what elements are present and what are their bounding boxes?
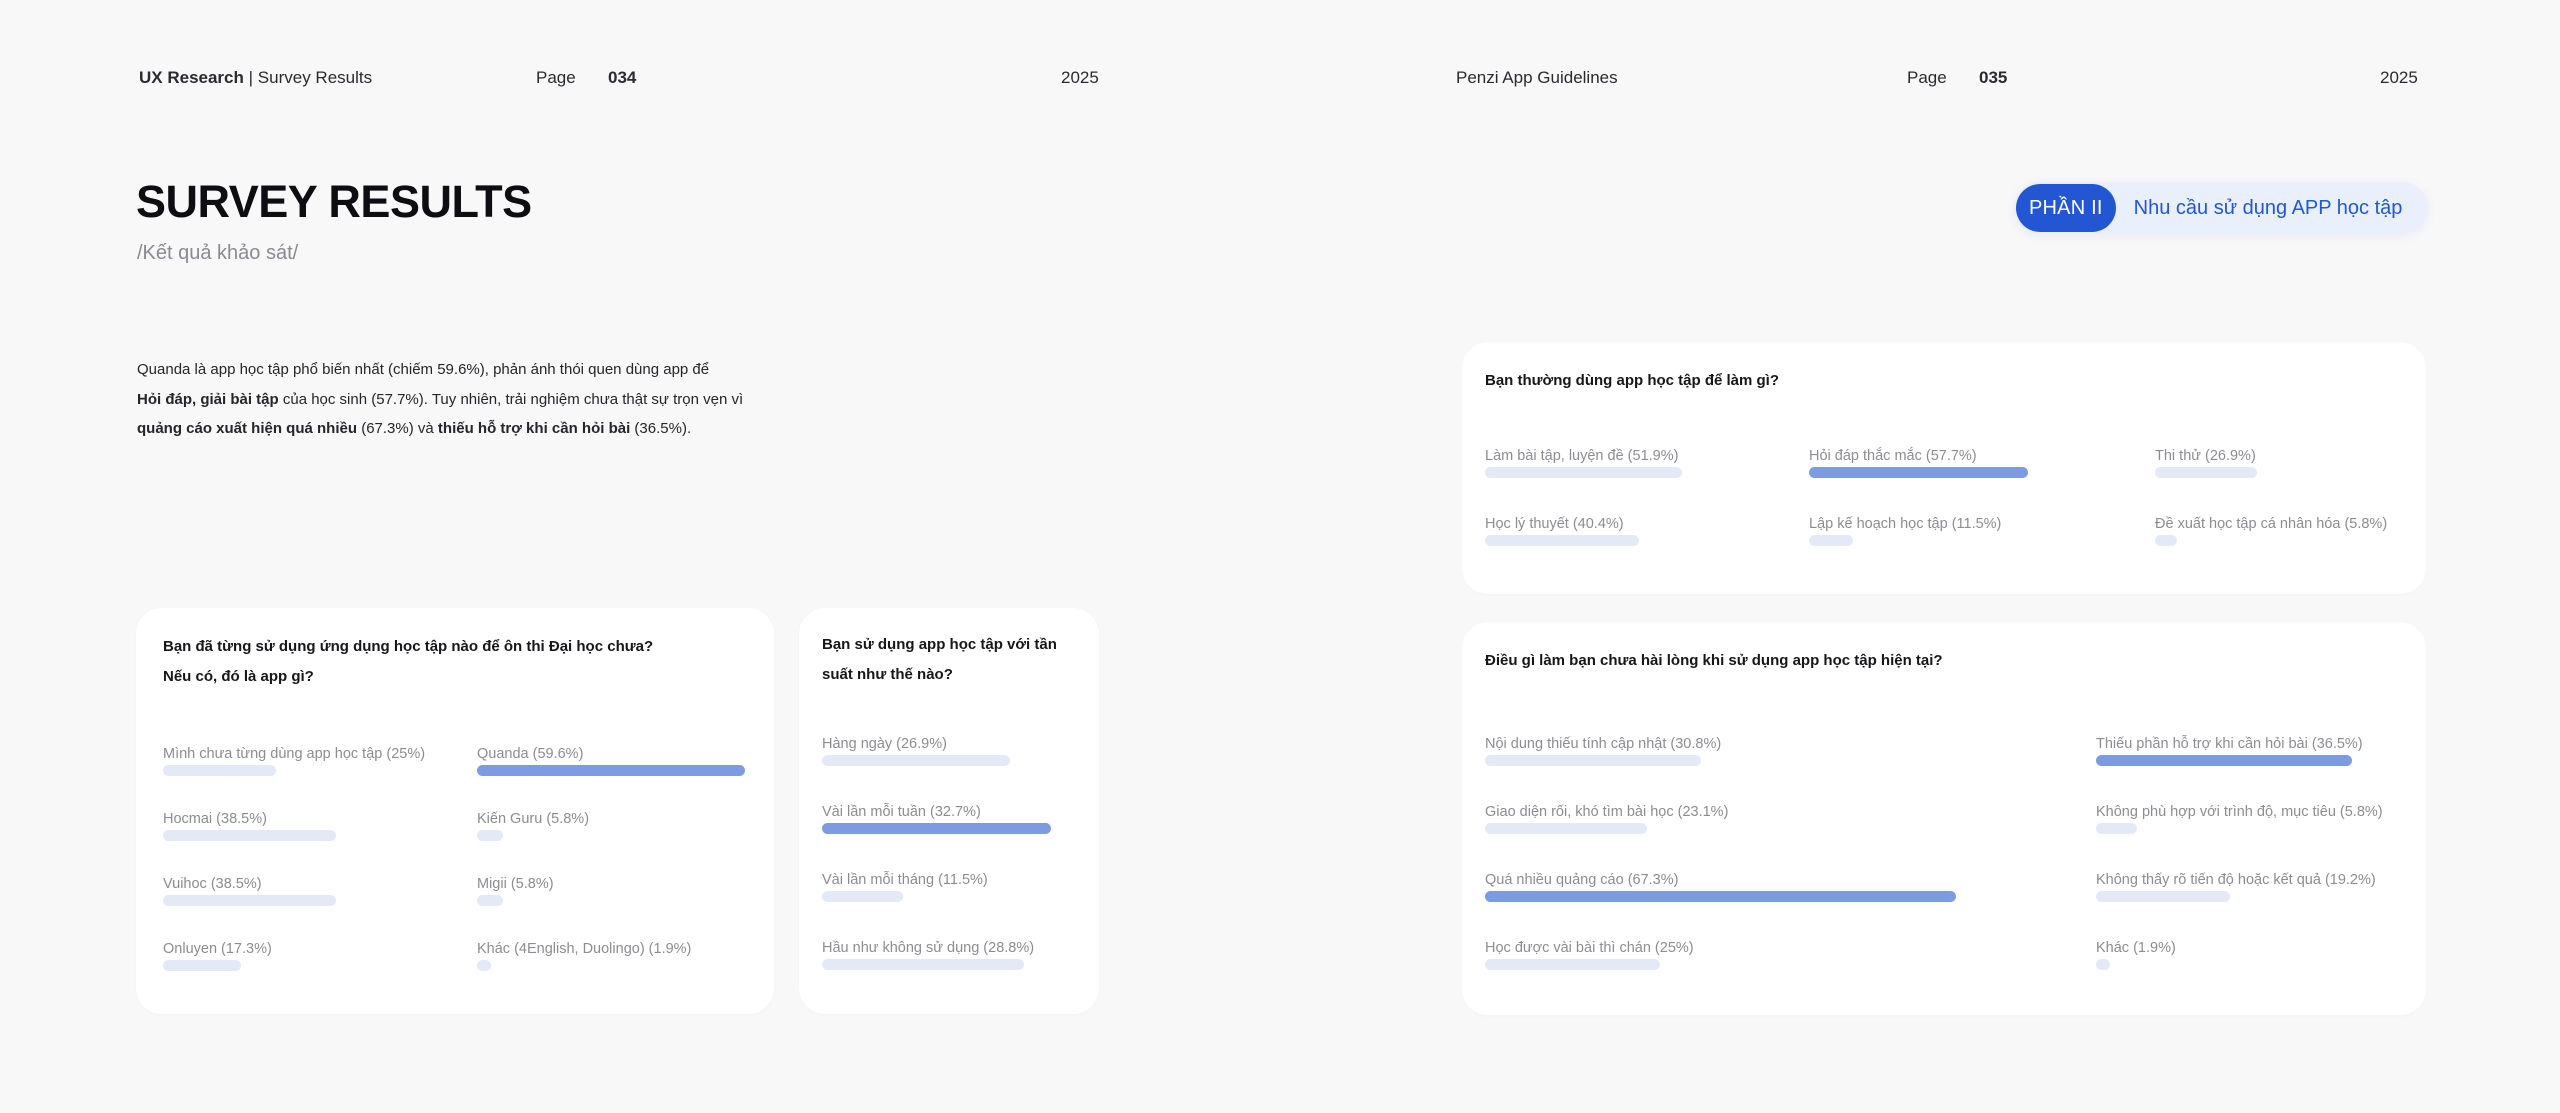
intro-bold-2: quảng cáo xuất hiện quá nhiều — [137, 420, 358, 437]
option-bar — [163, 765, 276, 776]
option-bar — [2096, 823, 2137, 834]
option-bar — [1485, 467, 1682, 478]
page-subtitle: /Kết quả khảo sát/ — [137, 242, 299, 264]
option-bar — [477, 765, 745, 776]
option-label: Thiếu phần hỗ trợ khi cần hỏi bài (36.5%… — [2096, 736, 2363, 752]
option-label: Học lý thuyết (40.4%) — [1485, 516, 1624, 532]
option-label: Mình chưa từng dùng app học tập (25%) — [163, 746, 426, 762]
page-label-left: Page — [536, 68, 576, 87]
option-bar — [163, 830, 336, 841]
option-label: Quá nhiều quảng cáo (67.3%) — [1485, 872, 1679, 888]
question-line-2: Nếu có, đó là app gì? — [163, 667, 314, 685]
header-right-title: Penzi App Guidelines — [1456, 68, 1618, 87]
option-label: Vuihoc (38.5%) — [163, 876, 262, 892]
option-label: Kiến Guru (5.8%) — [477, 811, 590, 827]
option-bar — [477, 830, 503, 841]
option-label: Giao diện rối, khó tìm bài học (23.1%) — [1485, 804, 1729, 820]
option-bar — [822, 959, 1024, 970]
page-label-right: Page — [1907, 68, 1947, 87]
option-label: Hỏi đáp thắc mắc (57.7%) — [1809, 448, 1977, 464]
brand-separator: | — [248, 68, 254, 87]
option-bar — [822, 891, 903, 902]
section-number-badge: PHẦN II — [2016, 184, 2116, 232]
option-bar — [163, 960, 241, 971]
intro-text-4: (36.5%). — [630, 420, 692, 437]
option-bar — [1485, 535, 1639, 546]
option-label: Hầu như không sử dụng (28.8%) — [822, 940, 1035, 956]
option-label: Làm bài tập, luyện đề (51.9%) — [1485, 448, 1679, 464]
card-question: Bạn thường dùng app học tập để làm gì? — [1485, 372, 1780, 389]
option-bar — [822, 823, 1051, 834]
option-label: Khác (4English, Duolingo) (1.9%) — [477, 941, 692, 957]
option-bar — [163, 895, 336, 906]
option-label: Onluyen (17.3%) — [163, 941, 272, 957]
option-bar — [1485, 891, 1956, 902]
card-question: Bạn đã từng sử dụng ứng dụng học tập nào… — [163, 632, 763, 691]
brand-name: UX Research — [139, 68, 244, 87]
header-section: Survey Results — [257, 68, 373, 87]
option-label: Vài lần mỗi tháng (11.5%) — [822, 872, 988, 888]
card-apps-used: Bạn đã từng sử dụng ứng dụng học tập nào… — [136, 608, 774, 1014]
card-question: Bạn sử dụng app học tập với tần suất như… — [822, 630, 1092, 689]
option-bar — [1809, 535, 1853, 546]
option-bar — [822, 755, 1010, 766]
option-bar — [1485, 755, 1701, 766]
option-label: Khác (1.9%) — [2096, 940, 2176, 956]
intro-bold-1: Hỏi đáp, giải bài tập — [137, 390, 279, 408]
option-label: Đề xuất học tập cá nhân hóa (5.8%) — [2155, 516, 2388, 532]
card-usage-purpose: Bạn thường dùng app học tập để làm gì? L… — [1462, 342, 2426, 594]
option-bar — [477, 895, 503, 906]
question-line-2: suất như thế nào? — [822, 665, 953, 683]
option-label: Lập kế hoạch học tập (11.5%) — [1809, 516, 2002, 532]
intro-text-1: Quanda là app học tập phổ biến nhất (chi… — [137, 361, 710, 378]
option-bar — [2096, 755, 2352, 766]
option-bar — [2155, 467, 2257, 478]
intro-paragraph: Quanda là app học tập phổ biến nhất (chi… — [137, 355, 757, 444]
option-bar — [1809, 467, 2028, 478]
option-bar — [1485, 823, 1647, 834]
option-label: Hocmai (38.5%) — [163, 811, 267, 827]
intro-text-3: (67.3%) và — [357, 420, 438, 437]
option-bar — [2155, 535, 2177, 546]
option-label: Thi thử (26.9%) — [2155, 448, 2256, 464]
year-left: 2025 — [1061, 68, 1099, 87]
option-label: Vài lần mỗi tuần (32.7%) — [822, 804, 981, 820]
option-label: Migii (5.8%) — [477, 876, 554, 892]
option-bar — [477, 960, 491, 971]
intro-bold-3: thiếu hỗ trợ khi cần hỏi bài — [437, 420, 631, 437]
header-left-brand: UX Research | Survey Results — [139, 68, 372, 88]
year-right: 2025 — [2380, 68, 2418, 87]
option-label: Quanda (59.6%) — [477, 746, 584, 762]
question-line-1: Bạn đã từng sử dụng ứng dụng học tập nào… — [163, 638, 654, 655]
option-bar — [1485, 959, 1660, 970]
card-dissatisfaction: Điều gì làm bạn chưa hài lòng khi sử dụn… — [1462, 622, 2426, 1015]
option-label: Không phù hợp với trình độ, mục tiêu (5.… — [2096, 804, 2383, 820]
page-number-left: 034 — [608, 68, 637, 87]
intro-text-2: của học sinh (57.7%). Tuy nhiên, trải ng… — [278, 390, 744, 408]
question-line-1: Bạn sử dụng app học tập với tần — [822, 636, 1057, 653]
card-question: Điều gì làm bạn chưa hài lòng khi sử dụn… — [1485, 652, 1943, 669]
option-label: Hàng ngày (26.9%) — [822, 736, 947, 752]
card-usage-frequency: Bạn sử dụng app học tập với tần suất như… — [799, 608, 1099, 1014]
section-tag: PHẦN II Nhu cầu sử dụng APP học tập — [2014, 182, 2428, 234]
option-label: Học được vài bài thì chán (25%) — [1485, 940, 1694, 956]
page-number-right: 035 — [1979, 68, 2008, 87]
option-label: Không thấy rõ tiến độ hoặc kết quả (19.2… — [2096, 872, 2376, 888]
option-bar — [2096, 959, 2110, 970]
option-label: Nội dung thiếu tính cập nhật (30.8%) — [1485, 736, 1722, 752]
option-bar — [2096, 891, 2230, 902]
page-title: SURVEY RESULTS — [136, 176, 532, 227]
section-label: Nhu cầu sử dụng APP học tập — [2133, 196, 2403, 219]
